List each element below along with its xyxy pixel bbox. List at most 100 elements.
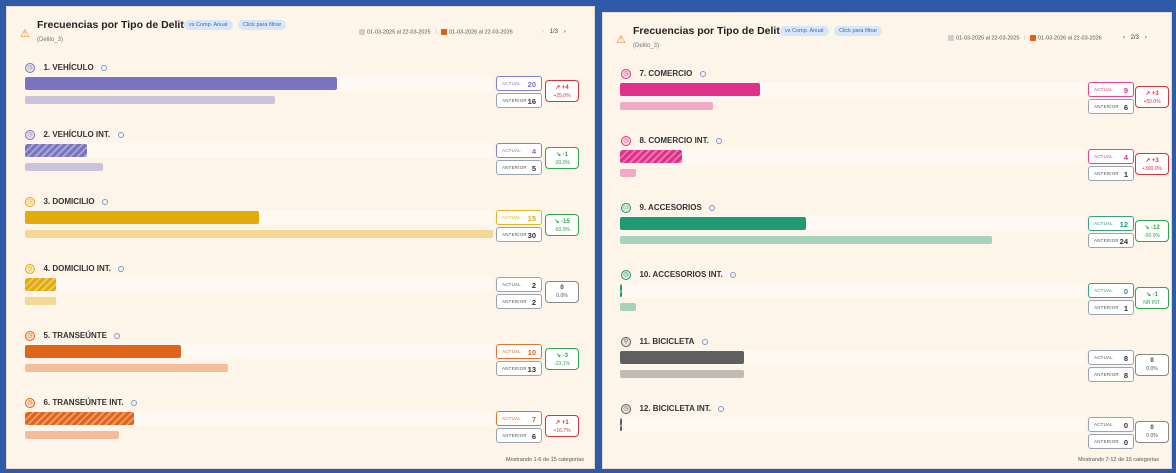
bar-actual[interactable] <box>25 77 337 90</box>
bar-actual[interactable] <box>620 418 622 431</box>
filter-chip[interactable]: Click para filtrar <box>238 20 287 30</box>
anterior-value: 0 <box>1123 438 1128 447</box>
panel-subtitle: (Delito_3) <box>37 37 64 43</box>
bar-anterior[interactable] <box>620 370 744 378</box>
info-icon[interactable] <box>709 204 716 211</box>
delta-badge: ↘ -12 -50.0% <box>1135 220 1169 242</box>
delta-badge: 0 0.0% <box>545 281 579 303</box>
actual-value: 10 <box>527 348 536 357</box>
bar-actual[interactable] <box>25 211 259 224</box>
bar-anterior[interactable] <box>620 236 992 244</box>
category-label: 3. DOMICILIO <box>43 197 95 207</box>
bar-anterior[interactable] <box>25 431 119 439</box>
category-header: ◷ 5. TRANSEÚNTE <box>25 327 121 341</box>
next-page-icon[interactable]: › <box>1145 35 1147 41</box>
actual-key: ACTUAL <box>1094 288 1113 293</box>
info-icon[interactable] <box>117 131 124 138</box>
category-header: ◷ 8. COMERCIO INT. <box>621 132 723 146</box>
delta-badge: ↗ +3 +300.0% <box>1135 153 1169 175</box>
category-row[interactable]: ◷ 3. DOMICILIO ACTUAL 15 ANTERIOR 30 ↘ -… <box>7 193 594 259</box>
category-row[interactable]: ⚲ 11. BICICLETA ACTUAL 8 ANTERIOR 8 0 0.… <box>603 333 1171 399</box>
info-icon[interactable] <box>730 271 737 278</box>
legend: 01-03-2025 al 22-03-2025 | 01-03-2026 al… <box>359 29 513 35</box>
anterior-key: ANTERIOR <box>1094 439 1119 444</box>
actual-pill: ACTUAL 15 <box>496 210 542 225</box>
prev-page-icon[interactable]: ‹ <box>1123 35 1125 41</box>
category-row[interactable]: ◷ 5. TRANSEÚNTE ACTUAL 10 ANTERIOR 13 ↘ … <box>7 327 594 393</box>
category-row[interactable]: ◷ 10. ACCESORIOS INT. ACTUAL 0 ANTERIOR … <box>603 266 1171 332</box>
prev-page-icon[interactable]: ‹ <box>542 29 544 35</box>
info-icon[interactable] <box>699 70 706 77</box>
bar-anterior[interactable] <box>25 96 275 104</box>
actual-pill: ACTUAL 10 <box>496 344 542 359</box>
bar-actual[interactable] <box>620 217 806 230</box>
delta-percent: 0.0% <box>1146 433 1158 439</box>
actual-pill: ACTUAL 0 <box>1088 417 1134 432</box>
bar-actual[interactable] <box>25 412 135 425</box>
actual-key: ACTUAL <box>502 81 521 86</box>
category-row[interactable]: ◷ 4. DOMICILIO INT. ACTUAL 2 ANTERIOR 2 … <box>7 260 594 326</box>
actual-value: 12 <box>1119 220 1128 229</box>
category-row[interactable]: ◷ 1. VEHÍCULO ACTUAL 20 ANTERIOR 16 ↗ +4… <box>7 59 594 125</box>
delta-badge: ↗ +4 +25.0% <box>545 80 579 102</box>
info-icon[interactable] <box>102 198 109 205</box>
info-icon[interactable] <box>701 338 708 345</box>
panel-subtitle: (Delito_3) <box>633 43 660 49</box>
category-row[interactable]: ◷ 7. COMERCIO ACTUAL 9 ANTERIOR 6 ↗ +3 +… <box>603 65 1171 131</box>
delta-percent: -50.0% <box>1144 233 1160 239</box>
pagination: ‹ 2/3 › <box>1123 35 1147 41</box>
anterior-value: 5 <box>531 164 536 173</box>
actual-key: ACTUAL <box>502 416 521 421</box>
actual-key: ACTUAL <box>502 215 521 220</box>
category-header: ◷ 7. COMERCIO <box>621 65 706 79</box>
bar-anterior[interactable] <box>25 297 57 305</box>
comparison-chip[interactable]: vs Comp. Anual <box>780 26 829 36</box>
bar-actual[interactable] <box>25 278 57 291</box>
actual-value: 15 <box>527 214 536 223</box>
bar-anterior[interactable] <box>620 303 636 311</box>
anterior-value: 1 <box>1123 304 1128 313</box>
bar-anterior[interactable] <box>25 163 103 171</box>
frequency-panel-page-1: ⚠ Frecuencias por Tipo de Delito (Delito… <box>6 6 595 469</box>
bar-anterior[interactable] <box>25 230 493 238</box>
category-label: 10. ACCESORIOS INT. <box>639 270 723 280</box>
anterior-value: 2 <box>531 298 536 307</box>
actual-pill: ACTUAL 12 <box>1088 216 1134 231</box>
bar-actual[interactable] <box>25 345 181 358</box>
clock-icon: ◷ <box>25 263 35 274</box>
legend-swatch-curr <box>441 29 448 35</box>
delta-value: ↗ +3 <box>1145 91 1159 97</box>
category-label: 1. VEHÍCULO <box>43 63 94 73</box>
bar-actual[interactable] <box>620 351 744 364</box>
comparison-chip[interactable]: vs Comp. Anual <box>184 20 233 30</box>
actual-pill: ACTUAL 2 <box>496 277 542 292</box>
category-row[interactable]: ◷ 8. COMERCIO INT. ACTUAL 4 ANTERIOR 1 ↗… <box>603 132 1171 198</box>
anterior-value: 8 <box>1123 371 1128 380</box>
filter-chip[interactable]: Click para filtrar <box>834 26 883 36</box>
info-icon[interactable] <box>716 137 723 144</box>
bar-anterior[interactable] <box>25 364 228 372</box>
info-icon[interactable] <box>101 64 108 71</box>
category-header: ◷ 10. ACCESORIOS INT. <box>621 266 737 280</box>
delta-value: ↘ -1 <box>1145 292 1159 298</box>
bar-anterior[interactable] <box>620 169 636 177</box>
info-icon[interactable] <box>114 332 121 339</box>
actual-value: 4 <box>531 147 536 156</box>
bar-track <box>620 149 1085 164</box>
delta-value: 0 <box>1150 358 1154 364</box>
category-row[interactable]: ◷ 6. TRANSEÚNTE INT. ACTUAL 7 ANTERIOR 6… <box>7 394 594 460</box>
info-icon[interactable] <box>718 405 725 412</box>
bar-actual[interactable] <box>25 144 88 157</box>
bar-anterior[interactable] <box>620 102 713 110</box>
category-row[interactable]: ▭ 9. ACCESORIOS ACTUAL 12 ANTERIOR 24 ↘ … <box>603 199 1171 265</box>
delta-percent: +16.7% <box>553 428 571 434</box>
bar-actual[interactable] <box>620 83 760 96</box>
category-row[interactable]: ◷ 2. VEHÍCULO INT. ACTUAL 4 ANTERIOR 5 ↘… <box>7 126 594 192</box>
bar-actual[interactable] <box>620 150 682 163</box>
next-page-icon[interactable]: › <box>564 29 566 35</box>
info-icon[interactable] <box>118 265 125 272</box>
info-icon[interactable] <box>130 399 137 406</box>
actual-key: ACTUAL <box>1094 221 1113 226</box>
actual-value: 0 <box>1123 287 1128 296</box>
bar-actual[interactable] <box>620 284 622 297</box>
